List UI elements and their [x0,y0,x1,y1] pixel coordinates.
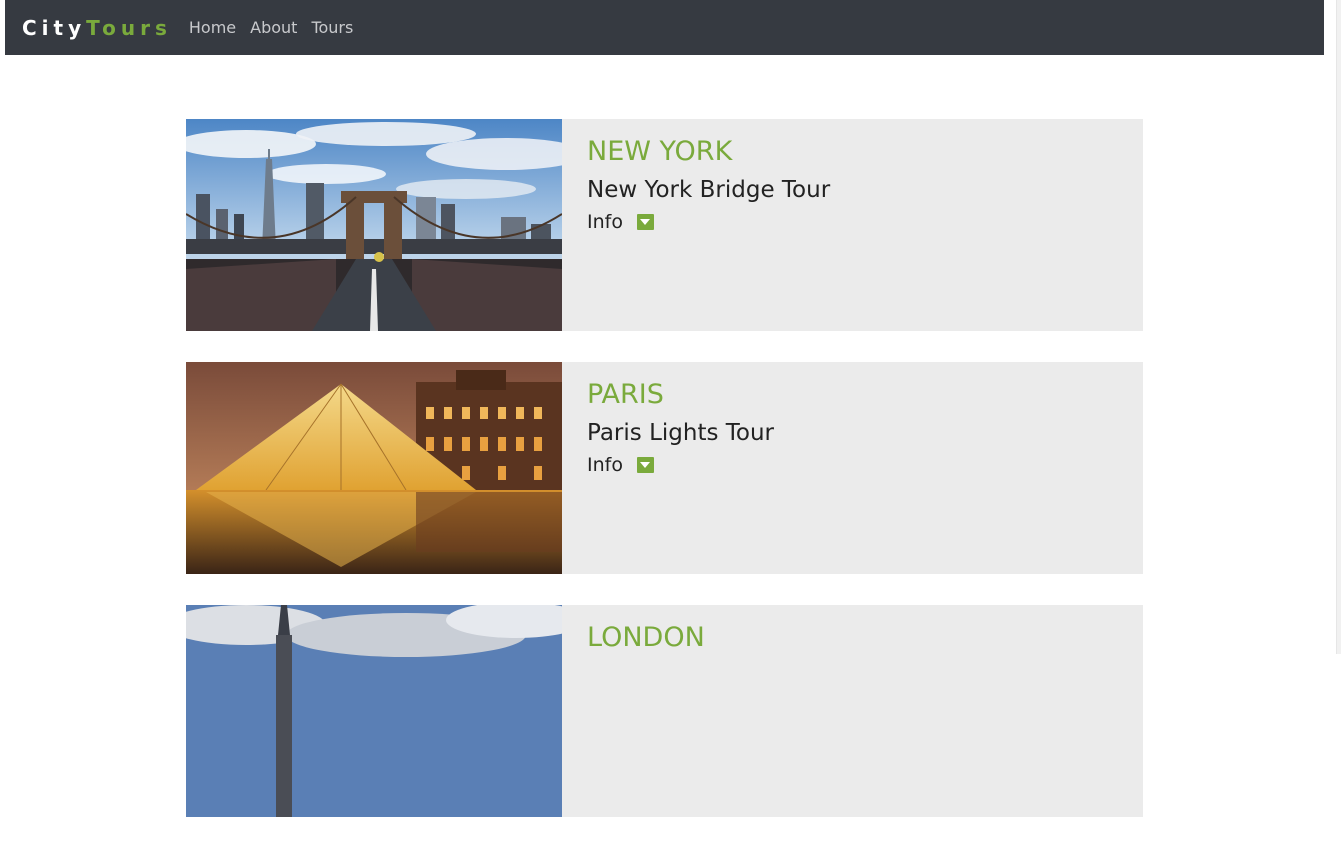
nav-about-link[interactable]: About [250,18,297,37]
nav-home-link[interactable]: Home [189,18,236,37]
info-toggle-button[interactable]: Info [587,454,774,476]
brand-part-city: City [22,15,87,40]
tour-card-london: LONDON [186,605,1143,817]
tour-city-title: NEW YORK [587,136,733,167]
info-label: Info [587,211,623,233]
tour-card-paris: PARIS Paris Lights Tour Info [186,362,1143,574]
big-ben-photo [186,605,562,817]
brooklyn-bridge-photo [186,119,562,331]
tour-city-title: LONDON [587,622,705,653]
tour-name: Paris Lights Tour [587,420,775,446]
tour-body-paris: PARIS Paris Lights Tour Info [562,362,774,574]
louvre-pyramid-photo [186,362,562,574]
caret-down-icon[interactable] [636,214,654,230]
brand-logo[interactable]: City Tours [22,16,172,40]
brand-part-tours: Tours [86,15,172,40]
page-scrollbar[interactable] [1336,0,1341,654]
tour-list: NEW YORK New York Bridge Tour Info PARIS… [186,119,1143,848]
tour-name: New York Bridge Tour [587,177,831,203]
nav-tours-link[interactable]: Tours [311,18,353,37]
info-toggle-button[interactable]: Info [587,211,830,233]
tour-city-title: PARIS [587,379,664,410]
top-navbar: City Tours Home About Tours [5,0,1324,55]
tour-card-new-york: NEW YORK New York Bridge Tour Info [186,119,1143,331]
info-label: Info [587,454,623,476]
caret-down-icon[interactable] [636,457,654,473]
tour-body-new-york: NEW YORK New York Bridge Tour Info [562,119,830,331]
nav-links: Home About Tours [189,18,367,37]
tour-body-london: LONDON [562,605,705,817]
